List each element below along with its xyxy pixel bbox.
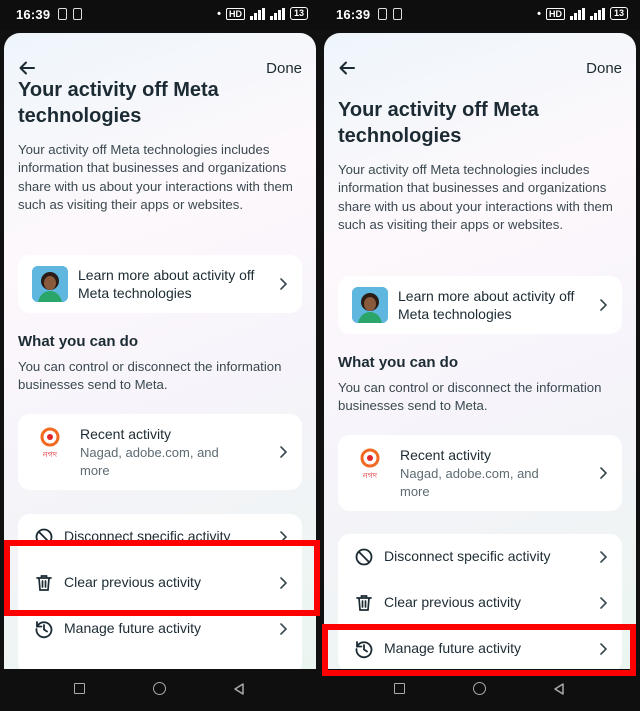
done-button[interactable]: Done — [586, 60, 622, 77]
chevron-right-icon — [600, 299, 608, 311]
chevron-right-icon — [280, 623, 288, 635]
nagad-brand-text: নগদ — [362, 471, 378, 480]
battery-icon: 13 — [609, 7, 628, 20]
back-arrow-icon[interactable] — [338, 59, 356, 77]
chevron-right-icon — [600, 551, 608, 563]
sheet-header: Done — [324, 33, 636, 93]
battery-icon: 13 — [289, 7, 308, 20]
navigation-bar — [0, 669, 320, 711]
recent-activity-title: Recent activity — [80, 426, 172, 442]
gallery-icon — [73, 8, 82, 20]
sheet-header: Done — [4, 33, 316, 93]
back-triangle-icon[interactable] — [232, 682, 246, 696]
status-time: 16:39 — [336, 7, 371, 22]
learn-more-card[interactable]: Learn more about activity off Meta techn… — [18, 255, 302, 313]
chevron-right-icon — [280, 446, 288, 458]
page-description: Your activity off Meta technologies incl… — [338, 162, 613, 233]
notification-icons — [58, 8, 82, 20]
section-description: You can control or disconnect the inform… — [18, 359, 282, 393]
highlight-box-manage — [322, 624, 636, 676]
signal-icon-2 — [589, 7, 605, 20]
signal-icon-2 — [269, 7, 285, 20]
screenshot-left: 16:39 • HD 13 Done Your activity off Met… — [0, 0, 320, 711]
notification-icons — [378, 8, 402, 20]
chevron-right-icon — [600, 467, 608, 479]
recent-activity-card[interactable]: নগদ Recent activity Nagad, adobe.com, an… — [18, 414, 302, 490]
bottom-sheet: Done Your activity off Meta technologies… — [324, 33, 636, 669]
status-icons: • HD 13 — [537, 7, 628, 20]
sim-icon — [58, 8, 67, 20]
status-bar: 16:39 • HD 13 — [0, 0, 320, 30]
back-triangle-icon[interactable] — [552, 682, 566, 696]
recents-icon[interactable] — [394, 683, 405, 694]
screenshot-right: 16:39 • HD 13 Done Your activity off Met… — [320, 0, 640, 711]
nagad-logo-icon: নগদ — [40, 427, 60, 459]
intro: Your activity off Meta technologies Your… — [18, 77, 302, 215]
learn-more-label: Learn more about activity off Meta techn… — [78, 267, 255, 301]
history-clock-icon — [35, 621, 53, 639]
section-description: You can control or disconnect the inform… — [338, 380, 602, 414]
section-title: What you can do — [18, 333, 138, 350]
avatar — [352, 287, 388, 323]
signal-icon — [249, 7, 265, 20]
chevron-right-icon — [600, 597, 608, 609]
status-bar: 16:39 • HD 13 — [320, 0, 640, 30]
prohibit-icon — [355, 548, 373, 566]
gallery-icon — [393, 8, 402, 20]
recent-activity-subtitle: Nagad, adobe.com, and more — [400, 466, 539, 499]
trash-icon — [356, 595, 372, 611]
hd-icon: HD — [225, 7, 245, 20]
intro: Your activity off Meta technologies Your… — [338, 97, 622, 235]
status-icons: • HD 13 — [217, 7, 308, 20]
home-icon[interactable] — [153, 682, 166, 695]
recent-activity-subtitle: Nagad, adobe.com, and more — [80, 445, 219, 478]
hd-icon: HD — [545, 7, 565, 20]
signal-icon — [569, 7, 585, 20]
highlight-box-clear — [4, 540, 320, 616]
recent-activity-title: Recent activity — [400, 447, 492, 463]
learn-more-label: Learn more about activity off Meta techn… — [398, 288, 575, 322]
action-disconnect[interactable]: Disconnect specific activity — [338, 534, 622, 580]
nagad-logo-icon: নগদ — [360, 448, 380, 480]
recent-activity-card[interactable]: নগদ Recent activity Nagad, adobe.com, an… — [338, 435, 622, 511]
nagad-brand-text: নগদ — [42, 450, 58, 459]
back-arrow-icon[interactable] — [18, 59, 36, 77]
action-label: Disconnect specific activity — [384, 548, 551, 564]
avatar — [32, 266, 68, 302]
done-button[interactable]: Done — [266, 60, 302, 77]
action-label: Clear previous activity — [384, 594, 521, 610]
action-clear[interactable]: Clear previous activity — [338, 580, 622, 626]
learn-more-card[interactable]: Learn more about activity off Meta techn… — [338, 276, 622, 334]
action-label: Manage future activity — [64, 620, 201, 636]
dot-icon: • — [217, 7, 221, 20]
section-title: What you can do — [338, 354, 458, 371]
page-description: Your activity off Meta technologies incl… — [18, 142, 293, 213]
status-time: 16:39 — [16, 7, 51, 22]
chevron-right-icon — [280, 278, 288, 290]
dot-icon: • — [537, 7, 541, 20]
sim-icon — [378, 8, 387, 20]
recents-icon[interactable] — [74, 683, 85, 694]
page-title: Your activity off Meta technologies — [338, 99, 539, 147]
home-icon[interactable] — [473, 682, 486, 695]
